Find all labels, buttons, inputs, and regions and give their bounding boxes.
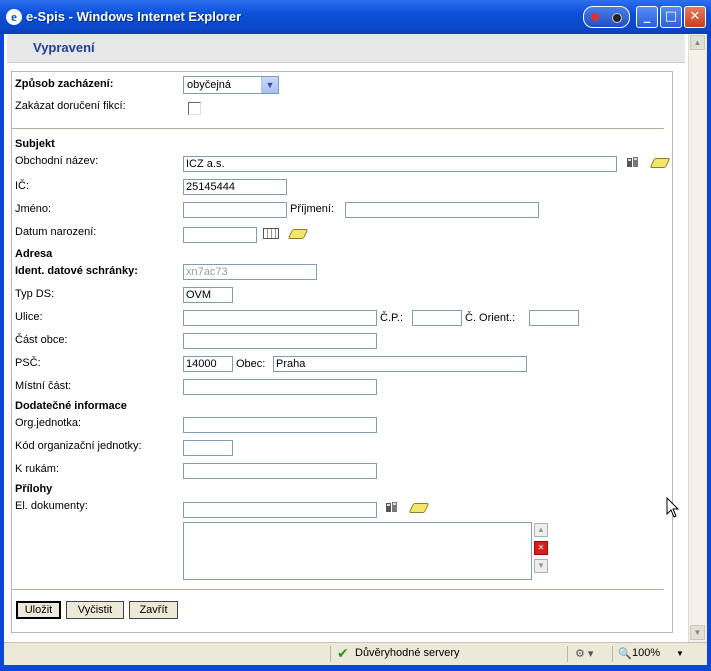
page-header: Vypravení [7, 34, 685, 63]
castobce-label: Část obce: [15, 334, 68, 346]
divider [12, 589, 664, 590]
zoom-icon[interactable]: 🔍 [618, 647, 632, 660]
close-form-button[interactable]: Zavřít [129, 601, 178, 619]
krukam-input[interactable] [183, 463, 377, 479]
ident-input [183, 264, 317, 280]
address-book-icon[interactable] [385, 501, 399, 513]
castobce-input[interactable] [183, 333, 377, 349]
page-title: Vypravení [33, 40, 95, 55]
kod-label: Kód organizační jednotky: [15, 440, 142, 452]
dodatecne-heading: Dodatečné informace [15, 400, 127, 412]
datum-input[interactable] [183, 227, 257, 243]
zpusob-label: Způsob zacházení: [15, 78, 114, 90]
obchodni-label: Obchodní název: [15, 155, 99, 167]
calendar-icon[interactable] [263, 228, 279, 239]
chevron-down-icon[interactable]: ▼ [261, 77, 278, 93]
jmeno-input[interactable] [183, 202, 287, 218]
security-zone: Důvěryhodné servery [355, 647, 460, 659]
subjekt-heading: Subjekt [15, 138, 55, 150]
obec-input[interactable] [273, 356, 527, 372]
trusted-check-icon: ✔ [337, 645, 349, 661]
scroll-up-icon[interactable]: ▲ [690, 35, 705, 50]
vertical-scrollbar[interactable]: ▲ ▼ [688, 34, 706, 642]
kod-input[interactable] [183, 440, 233, 456]
divider [12, 128, 664, 129]
krukam-label: K rukám: [15, 463, 60, 475]
record-icon [591, 13, 599, 21]
close-button[interactable]: ✕ [684, 6, 706, 28]
window-title: e-Spis - Windows Internet Explorer [26, 9, 242, 24]
org-label: Org.jednotka: [15, 417, 82, 429]
ulice-label: Ulice: [15, 311, 43, 323]
jmeno-label: Jméno: [15, 203, 52, 215]
form-panel: Způsob zacházení: obyčejná ▼ Zakázat dor… [11, 71, 673, 633]
eldok-label: El. dokumenty: [15, 500, 88, 512]
minimize-button[interactable]: _ [636, 6, 658, 28]
eldok-input[interactable] [183, 502, 377, 518]
status-bar: ✔ Důvěryhodné servery ⚙ ▾ 🔍 100% ▼ [4, 642, 707, 665]
scroll-down-icon[interactable]: ▼ [690, 625, 705, 640]
move-up-icon[interactable]: ▲ [534, 523, 548, 537]
psc-input[interactable] [183, 356, 233, 372]
client-area: Vypravení Způsob zacházení: obyčejná ▼ Z… [4, 34, 707, 665]
protected-mode-icon[interactable]: ⚙ ▾ [575, 647, 593, 660]
prijmeni-input[interactable] [345, 202, 539, 218]
ic-label: IČ: [15, 180, 30, 192]
psc-label: PSČ: [15, 357, 41, 369]
datum-label: Datum narození: [15, 226, 97, 238]
title-bar[interactable]: e e-Spis - Windows Internet Explorer _ □… [0, 0, 711, 34]
prijmeni-label: Příjmení: [290, 203, 335, 215]
move-down-icon[interactable]: ▼ [534, 559, 548, 573]
adresa-heading: Adresa [15, 248, 53, 260]
mistni-label: Místní část: [15, 380, 72, 392]
corient-input[interactable] [529, 310, 579, 326]
dokumenty-list[interactable] [183, 522, 532, 580]
separator [330, 646, 331, 662]
zoom-chevron-down-icon[interactable]: ▼ [676, 649, 684, 658]
clear-button[interactable]: Vyčistit [66, 601, 124, 619]
zoom-level[interactable]: 100% [632, 647, 660, 659]
eraser-icon[interactable] [649, 158, 671, 168]
eraser-icon[interactable] [287, 229, 309, 239]
delete-icon[interactable]: ✕ [534, 541, 548, 555]
cp-label: Č.P.: [380, 312, 404, 324]
ident-label: Ident. datové schránky: [15, 265, 138, 277]
separator [567, 646, 568, 662]
ic-input[interactable] [183, 179, 287, 195]
ie-icon: e [6, 9, 22, 25]
zakazat-checkbox[interactable] [188, 102, 201, 115]
ie-extension-buttons[interactable] [583, 6, 630, 28]
separator [612, 646, 613, 662]
document: Vypravení Způsob zacházení: obyčejná ▼ Z… [4, 34, 688, 642]
cp-input[interactable] [412, 310, 462, 326]
typds-input[interactable] [183, 287, 233, 303]
eraser-icon[interactable] [408, 503, 430, 513]
typds-label: Typ DS: [15, 288, 55, 300]
browser-window: e e-Spis - Windows Internet Explorer _ □… [0, 0, 711, 671]
org-input[interactable] [183, 417, 377, 433]
save-button[interactable]: Uložit [16, 601, 61, 619]
maximize-button[interactable]: □ [660, 6, 682, 28]
address-book-icon[interactable] [626, 156, 640, 168]
stop-icon [612, 13, 622, 23]
obec-label: Obec: [236, 358, 266, 370]
zpusob-select[interactable]: obyčejná ▼ [183, 76, 279, 94]
prilohy-heading: Přílohy [15, 483, 53, 495]
zakazat-label: Zakázat doručení fikcí: [15, 100, 126, 112]
obchodni-input[interactable] [183, 156, 617, 172]
mistni-input[interactable] [183, 379, 377, 395]
ulice-input[interactable] [183, 310, 377, 326]
zpusob-value: obyčejná [187, 79, 232, 91]
corient-label: Č. Orient.: [465, 312, 516, 324]
